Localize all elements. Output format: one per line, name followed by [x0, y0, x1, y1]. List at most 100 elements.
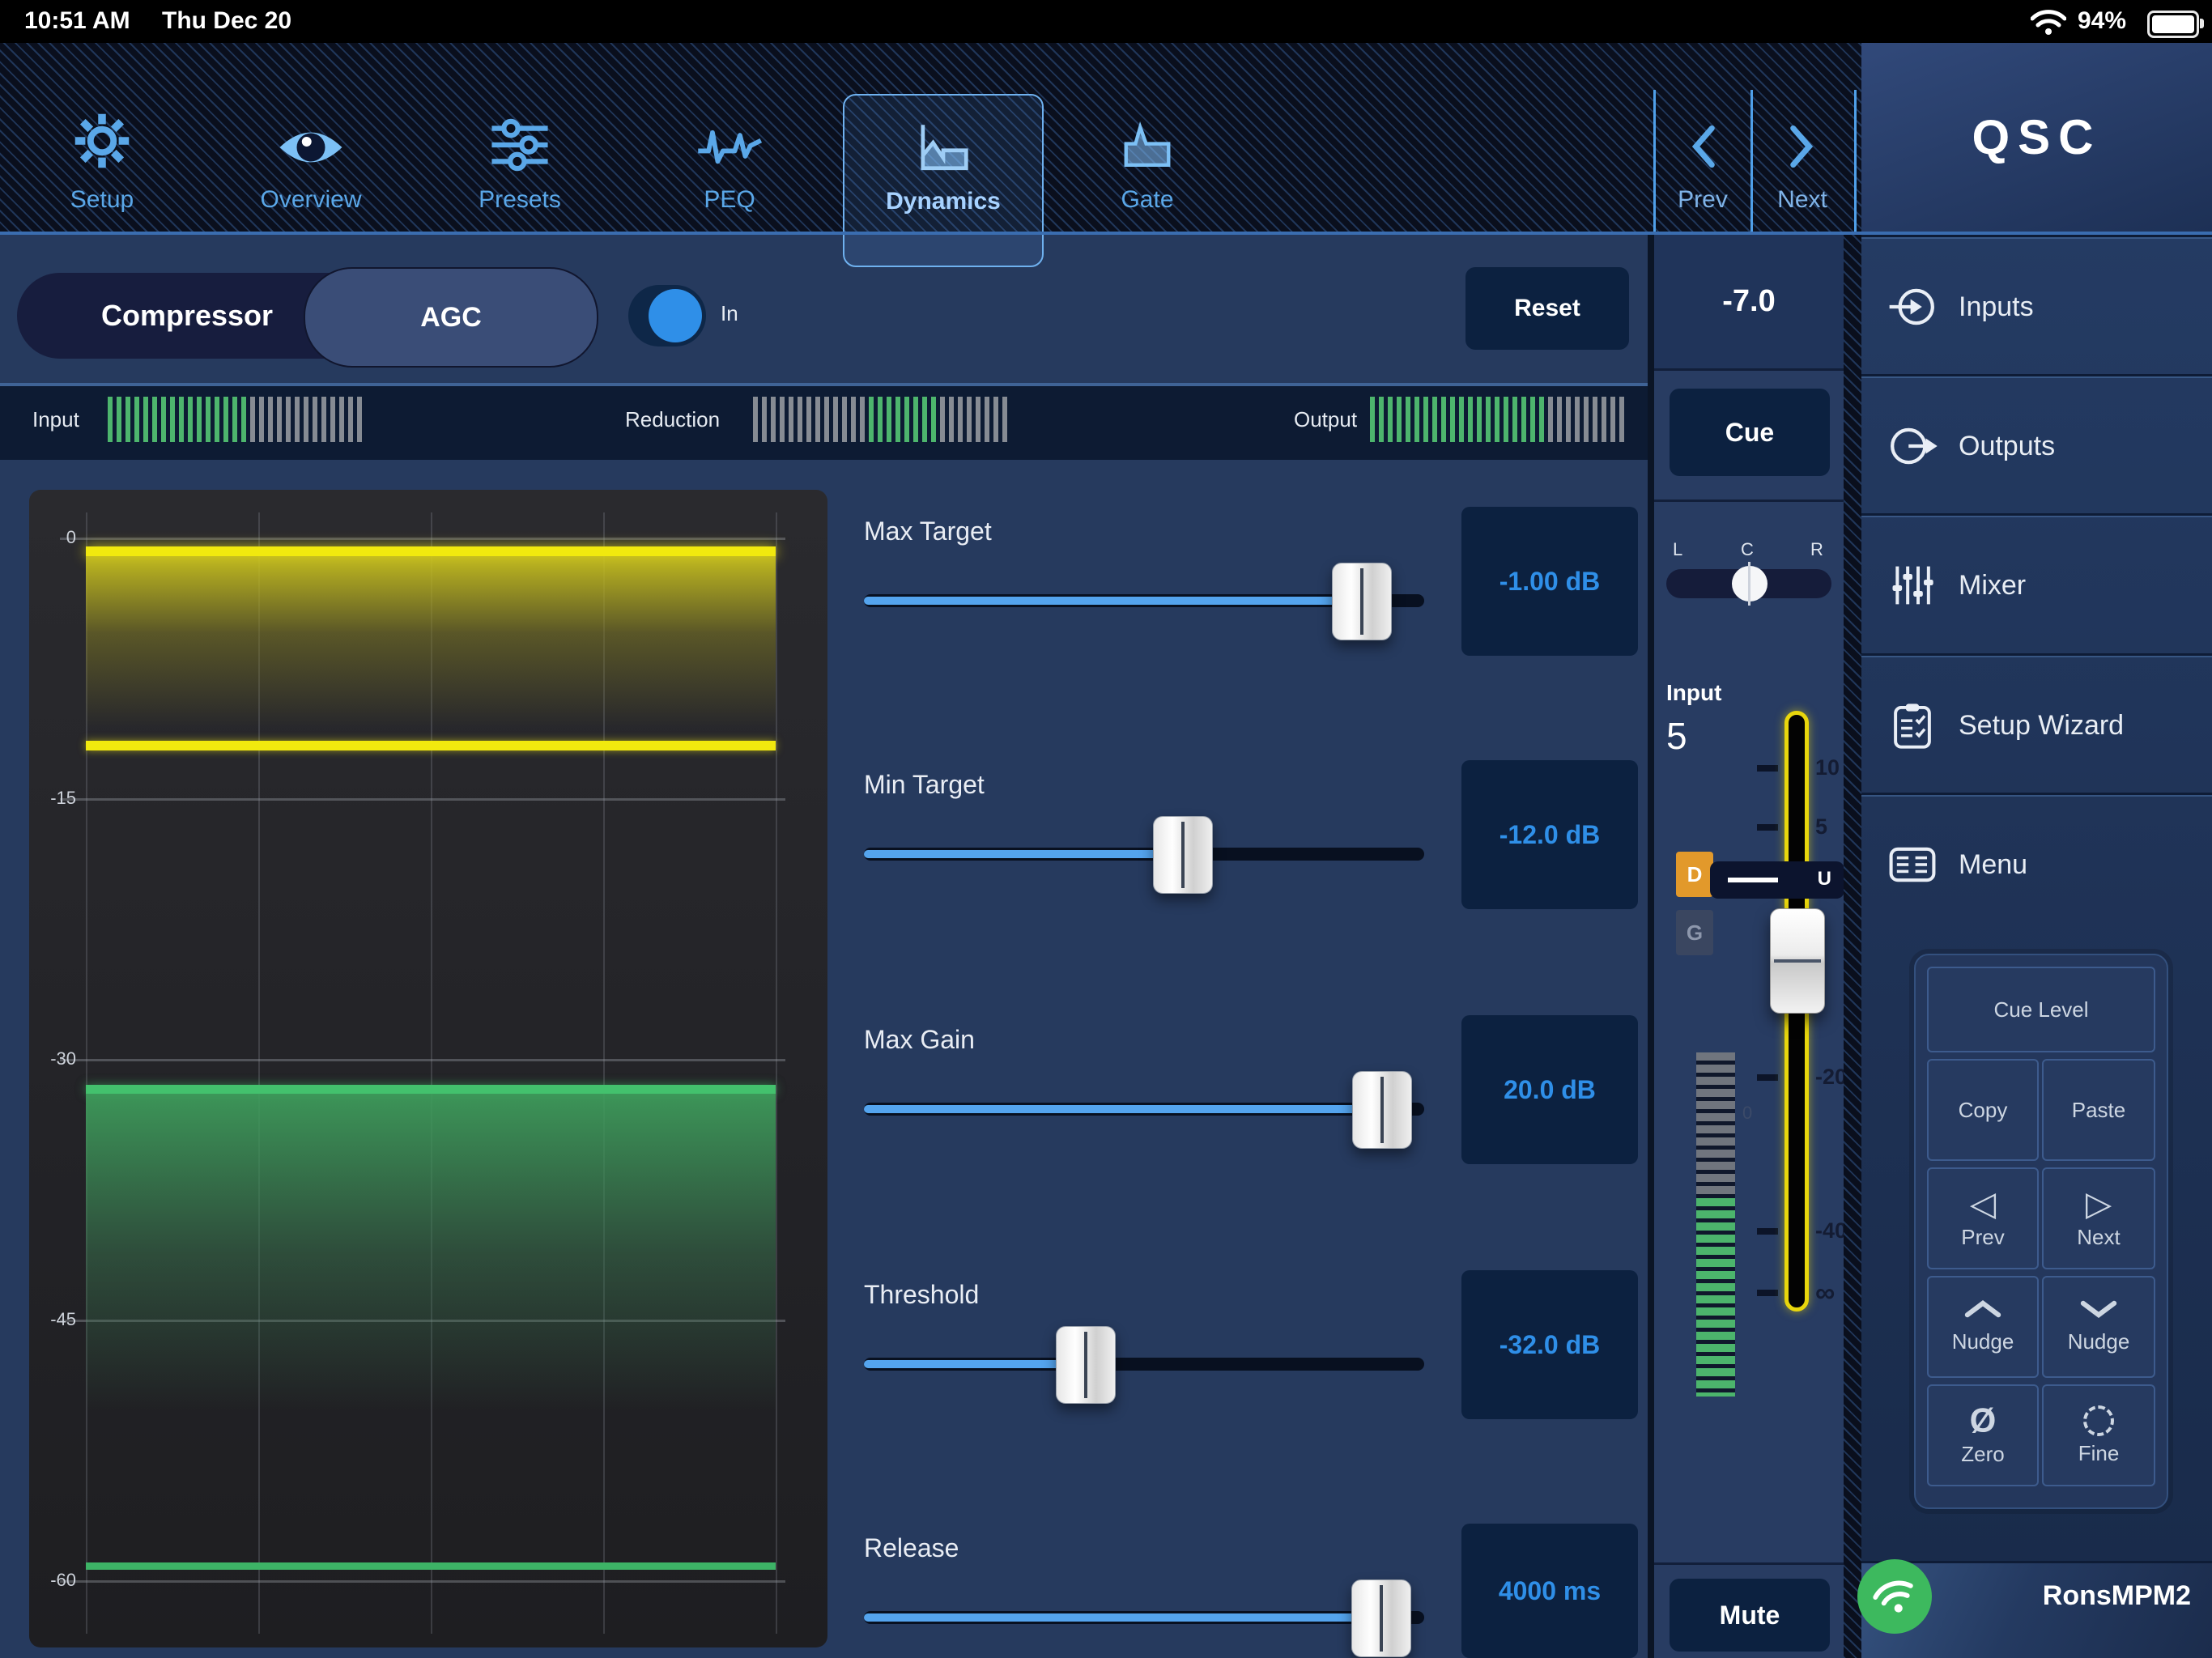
gate-badge: G: [1676, 910, 1713, 955]
tab-peq[interactable]: PEQ: [653, 94, 806, 264]
tab-presets[interactable]: Presets: [443, 94, 597, 264]
wifi-icon: [1867, 1571, 1922, 1622]
fader-scale-label-infinity: ∞: [1815, 1278, 1835, 1309]
reduction-meter-label: Reduction: [625, 407, 720, 432]
paste-button[interactable]: Paste: [2042, 1059, 2155, 1161]
channel-number: 5: [1666, 714, 1687, 758]
sidebar-item-outputs[interactable]: Outputs: [1861, 374, 2212, 516]
mode-agc[interactable]: AGC: [304, 267, 598, 368]
reset-button[interactable]: Reset: [1465, 267, 1629, 350]
next-label: Next: [1777, 186, 1827, 214]
pan-knob[interactable]: [1732, 566, 1767, 602]
fader-scale-label: 10: [1815, 755, 1840, 780]
nudge-up-label: Nudge: [1952, 1329, 2014, 1354]
min-target-line: [86, 741, 776, 750]
value-max-target: -1.00 dB: [1461, 507, 1638, 656]
menu-icon: [1884, 845, 1941, 884]
y-axis-tick: -60: [29, 1570, 76, 1591]
grid-line: [60, 1059, 785, 1061]
battery-icon: [2147, 11, 2199, 38]
sidebar-item-label: Menu: [1959, 849, 2027, 881]
prev-label: Prev: [1678, 186, 1728, 214]
sidebar-item-label: Mixer: [1959, 570, 2026, 602]
target-zone-gradient: [86, 556, 776, 728]
prev-button[interactable]: ◁ Prev: [1927, 1167, 2039, 1269]
channel-name-label: Input: [1666, 680, 1721, 706]
slider-handle-max-target[interactable]: [1332, 563, 1392, 640]
reduction-meter-level: [869, 397, 940, 442]
slider-handle-min-target[interactable]: [1153, 816, 1213, 894]
channel-meter-level: [1696, 1198, 1735, 1397]
dynamics-icon: [912, 96, 974, 173]
tab-label: Gate: [1121, 186, 1173, 214]
fine-button[interactable]: Fine: [2042, 1384, 2155, 1486]
divider: [1654, 1562, 1844, 1565]
fader-scale-label: -40: [1815, 1218, 1847, 1244]
slider-label-min-target: Min Target: [864, 770, 985, 800]
tab-overview[interactable]: Overview: [234, 94, 388, 264]
nudge-down-label: Nudge: [2068, 1329, 2130, 1354]
output-meter-label: Output: [1294, 407, 1357, 432]
sidebar-item-inputs[interactable]: Inputs: [1861, 235, 2212, 376]
inputs-icon: [1884, 286, 1941, 328]
input-meter-level: [108, 397, 250, 442]
cue-level-button[interactable]: Cue Level: [1927, 967, 2155, 1052]
mute-button[interactable]: Mute: [1670, 1579, 1830, 1652]
y-axis-tick: -15: [29, 788, 76, 809]
unity-marker: U: [1710, 861, 1844, 899]
pan-right-label: R: [1810, 539, 1823, 560]
zero-icon: Ø: [1970, 1405, 1997, 1437]
sidebar-item-setup-wizard[interactable]: Setup Wizard: [1861, 653, 2212, 795]
tab-dynamics[interactable]: Dynamics: [843, 94, 1044, 267]
chevron-down-icon: [2079, 1299, 2118, 1324]
next-label: Next: [2077, 1225, 2120, 1250]
sidebar-item-mixer[interactable]: Mixer: [1861, 513, 2212, 655]
fader-tick: [1757, 765, 1778, 772]
sidebar-item-label: Outputs: [1959, 431, 2055, 462]
tab-setup[interactable]: Setup: [25, 94, 179, 264]
triangle-left-icon: ◁: [1970, 1188, 1996, 1220]
sidebar-item-label: Setup Wizard: [1959, 710, 2124, 742]
slider-label-max-gain: Max Gain: [864, 1025, 975, 1055]
slider-fill: [864, 597, 1363, 605]
slider-handle-release[interactable]: [1351, 1579, 1411, 1657]
fine-label: Fine: [2078, 1441, 2120, 1466]
slider-handle-max-gain[interactable]: [1352, 1071, 1412, 1149]
zero-button[interactable]: Ø Zero: [1927, 1384, 2039, 1486]
in-toggle[interactable]: [628, 285, 706, 346]
y-axis-tick: 0: [29, 527, 76, 548]
outputs-icon: [1884, 425, 1941, 467]
clipboard-icon: [1884, 702, 1941, 749]
slider-label-threshold: Threshold: [864, 1280, 979, 1310]
slider-label-release: Release: [864, 1533, 959, 1563]
grid-line: [776, 512, 777, 1634]
fader-scale-label: -20: [1815, 1065, 1847, 1090]
reduction-meter: [753, 397, 1011, 442]
tab-label: Presets: [479, 186, 561, 214]
grid-line: [60, 538, 785, 540]
divider: [1654, 368, 1844, 371]
tab-gate[interactable]: Gate: [1070, 94, 1224, 264]
network-status-icon[interactable]: [1857, 1559, 1932, 1634]
triangle-right-icon: ▷: [2086, 1188, 2112, 1220]
input-meter: [108, 397, 366, 442]
battery-percent: 94%: [2078, 7, 2126, 35]
fader-tick: [1757, 824, 1778, 831]
date: Thu Dec 20: [162, 7, 291, 35]
in-toggle-label: In: [721, 301, 738, 326]
nudge-down-button[interactable]: Nudge: [2042, 1276, 2155, 1378]
y-axis-tick: -30: [29, 1048, 76, 1069]
fader-handle[interactable]: [1770, 908, 1825, 1014]
gate-icon: [1119, 94, 1176, 172]
tab-label: Overview: [260, 186, 361, 214]
slider-fill: [864, 1613, 1380, 1622]
sliders-icon: [489, 94, 551, 172]
next-button[interactable]: ▷ Next: [2042, 1167, 2155, 1269]
sidebar-item-menu[interactable]: Menu: [1861, 793, 2212, 934]
output-meter-level: [1370, 397, 1548, 442]
slider-handle-threshold[interactable]: [1056, 1326, 1116, 1404]
copy-button[interactable]: Copy: [1927, 1059, 2039, 1161]
mixer-faders-icon: [1884, 563, 1941, 608]
cue-button[interactable]: Cue: [1670, 389, 1830, 476]
nudge-up-button[interactable]: Nudge: [1927, 1276, 2039, 1378]
